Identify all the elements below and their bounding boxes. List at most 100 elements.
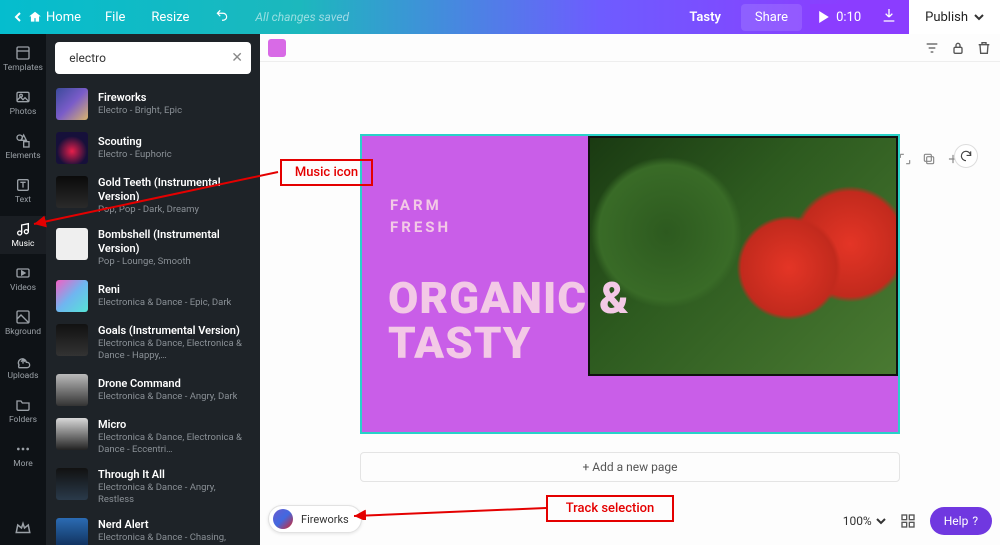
rail-videos[interactable]: Videos (0, 260, 46, 298)
trash-icon[interactable] (976, 40, 992, 56)
track-title: Reni (98, 283, 231, 297)
search-box[interactable]: ✕ (55, 42, 251, 74)
rail-photos[interactable]: Photos (0, 84, 46, 122)
home-label: Home (46, 10, 81, 25)
chip-thumbnail (273, 509, 293, 529)
track-thumbnail (56, 228, 88, 260)
expand-icon[interactable] (898, 152, 912, 166)
music-panel: ✕ FireworksElectro - Bright, Epic Scouti… (46, 34, 260, 545)
project-name[interactable]: Tasty (677, 4, 733, 31)
clear-search-button[interactable]: ✕ (231, 50, 243, 66)
track-title: Micro (98, 418, 250, 432)
rail-premium[interactable] (0, 511, 46, 545)
track-thumbnail (56, 324, 88, 356)
crown-icon (14, 519, 32, 537)
rail-more[interactable]: More (0, 436, 46, 474)
track-subtitle: Electro - Bright, Epic (98, 105, 182, 117)
rail-music[interactable]: Music (0, 216, 46, 254)
zoom-label: 100% (843, 514, 872, 528)
rail-folders[interactable]: Folders (0, 392, 46, 430)
track-item[interactable]: Bombshell (Instrumental Version)Pop - Lo… (46, 222, 260, 274)
rail-templates[interactable]: Templates (0, 40, 46, 78)
text-farm-fresh[interactable]: FARMFRESH (390, 194, 451, 238)
duplicate-icon[interactable] (922, 152, 936, 166)
track-subtitle: Electro - Euphoric (98, 149, 172, 161)
refresh-icon (959, 149, 973, 163)
grid-view-button[interactable] (896, 509, 920, 533)
search-input[interactable] (69, 51, 225, 65)
design-canvas[interactable]: FARMFRESH ORGANIC &TASTY (360, 134, 900, 434)
track-item[interactable]: Goals (Instrumental Version)Electronica … (46, 318, 260, 368)
track-item[interactable]: Nerd AlertElectronica & Dance - Chasing,… (46, 512, 260, 545)
publish-label: Publish (925, 10, 968, 25)
rail-label: Music (11, 239, 34, 249)
music-icon (15, 221, 31, 237)
rail-label: Uploads (7, 371, 38, 381)
filter-icon[interactable] (924, 40, 940, 56)
rail-elements[interactable]: Elements (0, 128, 46, 166)
elements-icon (15, 133, 31, 149)
background-icon (15, 309, 31, 325)
canvas-area: FARMFRESH ORGANIC &TASTY + Add a new pag… (260, 34, 1000, 545)
track-subtitle: Electronica & Dance - Epic, Dark (98, 297, 231, 309)
track-thumbnail (56, 468, 88, 500)
lock-icon[interactable] (950, 40, 966, 56)
videos-icon (15, 265, 31, 281)
track-subtitle: Electronica & Dance, Electronica & Dance… (98, 432, 250, 456)
uploads-icon (15, 353, 31, 369)
play-icon (818, 11, 830, 23)
track-title: Scouting (98, 135, 172, 149)
rail-label: Folders (9, 415, 37, 425)
play-button[interactable]: 0:10 (810, 4, 869, 31)
track-list[interactable]: FireworksElectro - Bright, Epic Scouting… (46, 82, 260, 545)
track-thumbnail (56, 518, 88, 545)
rail-text[interactable]: Text (0, 172, 46, 210)
share-button[interactable]: Share (741, 4, 802, 31)
track-item[interactable]: Through It AllElectronica & Dance - Angr… (46, 462, 260, 512)
track-title: Drone Command (98, 377, 237, 391)
question-icon: ? (972, 514, 978, 528)
color-swatch[interactable] (268, 39, 286, 57)
track-thumbnail (56, 176, 88, 208)
track-subtitle: Electronica & Dance - Angry, Dark (98, 391, 237, 403)
help-button[interactable]: Help ? (930, 507, 992, 535)
text-organic-tasty[interactable]: ORGANIC &TASTY (388, 276, 630, 366)
undo-button[interactable] (205, 4, 239, 30)
save-status: All changes saved (255, 10, 349, 24)
chevron-left-icon (14, 12, 24, 22)
track-item[interactable]: Drone CommandElectronica & Dance - Angry… (46, 368, 260, 412)
download-button[interactable] (871, 1, 907, 33)
track-item[interactable]: MicroElectronica & Dance, Electronica & … (46, 412, 260, 462)
home-icon (28, 10, 42, 24)
track-item[interactable]: ScoutingElectro - Euphoric (46, 126, 260, 170)
rail-label: Bkground (5, 327, 41, 337)
photos-icon (15, 89, 31, 105)
refresh-button[interactable] (954, 144, 978, 168)
rail-label: Videos (10, 283, 36, 293)
track-item[interactable]: ReniElectronica & Dance - Epic, Dark (46, 274, 260, 318)
rail-uploads[interactable]: Uploads (0, 348, 46, 386)
vegetable-image[interactable] (588, 136, 898, 376)
folders-icon (15, 397, 31, 413)
zoom-control[interactable]: 100% (843, 514, 886, 528)
selected-track-chip[interactable]: Fireworks (268, 505, 362, 533)
rail-label: Elements (5, 151, 40, 161)
track-subtitle: Pop, Pop - Dark, Dreamy (98, 204, 250, 216)
download-icon (881, 7, 897, 23)
track-title: Goals (Instrumental Version) (98, 324, 250, 338)
file-menu[interactable]: File (95, 6, 135, 29)
track-thumbnail (56, 374, 88, 406)
track-item[interactable]: Gold Teeth (Instrumental Version)Pop, Po… (46, 170, 260, 222)
resize-menu[interactable]: Resize (141, 6, 199, 29)
home-button[interactable]: Home (6, 6, 89, 29)
track-subtitle: Electronica & Dance - Chasing, Happy (98, 532, 250, 545)
bottom-controls: 100% Help ? (843, 507, 992, 535)
top-bar: Home File Resize All changes saved Tasty… (0, 0, 1000, 34)
rail-label: More (13, 459, 33, 469)
rail-background[interactable]: Bkground (0, 304, 46, 342)
track-item[interactable]: FireworksElectro - Bright, Epic (46, 82, 260, 126)
publish-button[interactable]: Publish (909, 0, 1000, 34)
more-icon (15, 441, 31, 457)
add-page-button[interactable]: + Add a new page (360, 452, 900, 482)
rail-label: Templates (3, 63, 43, 73)
